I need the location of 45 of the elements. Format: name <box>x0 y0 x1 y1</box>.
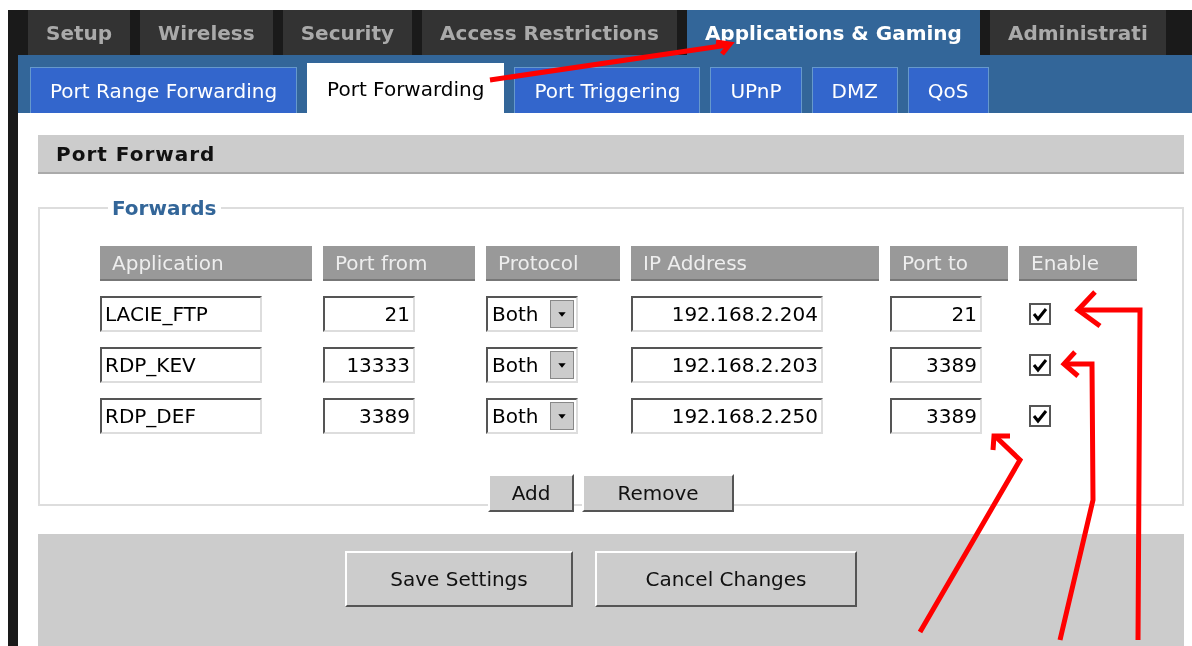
ip-address-field[interactable]: 192.168.2.204 <box>631 296 823 332</box>
section-title: Port Forward <box>38 135 1184 174</box>
protocol-select[interactable]: Both <box>486 398 578 434</box>
protocol-select[interactable]: Both <box>486 296 578 332</box>
nav-tab[interactable]: Setup <box>28 10 131 55</box>
nav-tab[interactable]: Access Restrictions <box>422 10 677 55</box>
cancel-changes-button[interactable]: Cancel Changes <box>595 551 857 607</box>
sub-tab[interactable]: Port Triggering <box>514 67 701 113</box>
sub-tab[interactable]: Port Forwarding <box>307 63 505 113</box>
add-button[interactable]: Add <box>488 474 574 512</box>
column-header: Enable <box>1019 246 1137 281</box>
nav-tab[interactable]: Security <box>282 10 413 55</box>
column-header: Port to <box>890 246 1008 281</box>
sub-tab[interactable]: QoS <box>907 67 989 113</box>
protocol-select[interactable]: Both <box>486 347 578 383</box>
column-header: Application <box>100 246 312 281</box>
port-from-field[interactable]: 21 <box>323 296 415 332</box>
column-header: Port from <box>323 246 475 281</box>
dropdown-caret-icon[interactable] <box>550 300 574 328</box>
ip-address-field[interactable]: 192.168.2.250 <box>631 398 823 434</box>
dropdown-caret-icon[interactable] <box>550 351 574 379</box>
column-header: IP Address <box>631 246 879 281</box>
enable-checkbox[interactable] <box>1029 354 1051 376</box>
save-settings-button[interactable]: Save Settings <box>345 551 573 607</box>
ip-address-field[interactable]: 192.168.2.203 <box>631 347 823 383</box>
nav-tab[interactable]: Applications & Gaming <box>686 10 980 55</box>
enable-checkbox[interactable] <box>1029 303 1051 325</box>
sub-tab[interactable]: DMZ <box>811 67 898 113</box>
sub-tab[interactable]: Port Range Forwarding <box>30 67 298 113</box>
port-from-field[interactable]: 3389 <box>323 398 415 434</box>
port-from-field[interactable]: 13333 <box>323 347 415 383</box>
remove-button[interactable]: Remove <box>582 474 734 512</box>
application-field[interactable]: RDP_DEF <box>100 398 262 434</box>
nav-tab[interactable]: Wireless <box>140 10 273 55</box>
dropdown-caret-icon[interactable] <box>550 402 574 430</box>
port-to-field[interactable]: 3389 <box>890 398 982 434</box>
column-header: Protocol <box>486 246 620 281</box>
fieldset-legend: Forwards <box>108 196 221 220</box>
port-to-field[interactable]: 21 <box>890 296 982 332</box>
application-field[interactable]: LACIE_FTP <box>100 296 262 332</box>
nav-tab[interactable]: Administrati <box>989 10 1166 55</box>
application-field[interactable]: RDP_KEV <box>100 347 262 383</box>
sub-tab[interactable]: UPnP <box>710 67 802 113</box>
enable-checkbox[interactable] <box>1029 405 1051 427</box>
port-to-field[interactable]: 3389 <box>890 347 982 383</box>
